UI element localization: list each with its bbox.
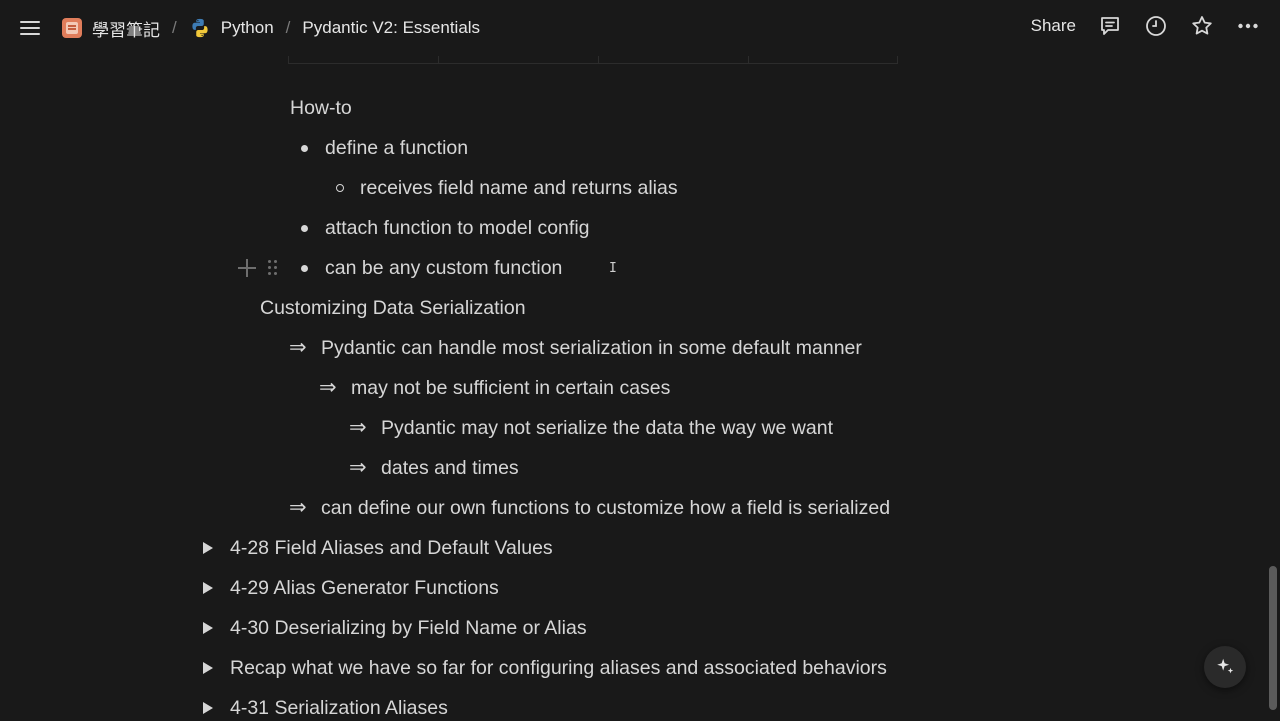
text-cursor-icon: I <box>609 261 617 276</box>
notebook-icon <box>62 18 82 38</box>
toggle-arrow-icon[interactable] <box>203 702 213 714</box>
howto-heading: How-to <box>290 97 352 119</box>
arrow-item[interactable]: Pydantic can handle most serialization i… <box>321 335 862 361</box>
toggle-item[interactable]: 4-31 Serialization Aliases <box>230 695 448 721</box>
bullet-item[interactable]: attach function to model config <box>325 215 590 241</box>
scrollbar[interactable] <box>1266 56 1280 720</box>
ai-assistant-button[interactable] <box>1204 646 1246 688</box>
serialization-heading[interactable]: Customizing Data Serialization <box>260 295 526 321</box>
bullet-icon <box>301 145 308 152</box>
toggle-item[interactable]: Recap what we have so far for configurin… <box>230 655 887 681</box>
drag-handle-icon[interactable] <box>267 259 279 277</box>
implies-arrow-icon: ⇒ <box>319 376 337 399</box>
implies-arrow-icon: ⇒ <box>349 456 367 479</box>
implies-arrow-icon: ⇒ <box>289 336 307 359</box>
toggle-arrow-icon[interactable] <box>203 662 213 674</box>
page-content: How-to define a function receives field … <box>0 0 1280 720</box>
sparkle-icon <box>1217 658 1234 674</box>
more-icon[interactable] <box>1236 14 1260 38</box>
arrow-item[interactable]: can define our own functions to customiz… <box>321 495 890 521</box>
star-icon[interactable] <box>1190 14 1214 38</box>
toggle-item[interactable]: 4-28 Field Aliases and Default Values <box>230 535 553 561</box>
bullet-icon <box>301 265 308 272</box>
toggle-item[interactable]: 4-29 Alias Generator Functions <box>230 575 499 601</box>
breadcrumb-separator: / <box>285 18 291 37</box>
toggle-arrow-icon[interactable] <box>203 622 213 634</box>
toggle-arrow-icon[interactable] <box>203 542 213 554</box>
sub-bullet-icon <box>336 184 344 192</box>
top-right-actions: Share <box>1031 14 1260 38</box>
breadcrumb-parent-label: Python <box>220 18 274 37</box>
python-icon <box>192 18 208 38</box>
sidebar-menu-icon[interactable] <box>18 16 42 40</box>
breadcrumb: 學習筆記 / Python / Pydantic V2: Essentials <box>62 14 480 42</box>
breadcrumb-parent[interactable]: Python <box>189 17 274 39</box>
implies-arrow-icon: ⇒ <box>289 496 307 519</box>
arrow-item[interactable]: may not be sufficient in certain cases <box>351 375 670 401</box>
comment-icon[interactable] <box>1098 14 1122 38</box>
history-icon[interactable] <box>1144 14 1168 38</box>
bullet-item[interactable]: define a function <box>325 135 468 161</box>
bullet-icon <box>301 225 308 232</box>
bullet-item[interactable]: can be any custom function <box>325 255 562 281</box>
add-block-icon[interactable] <box>238 259 256 277</box>
top-bar: 學習筆記 / Python / Pydantic V2: Essentials … <box>0 0 1280 56</box>
sub-bullet-item[interactable]: receives field name and returns alias <box>360 175 678 201</box>
arrow-item[interactable]: dates and times <box>381 455 519 481</box>
arrow-item[interactable]: Pydantic may not serialize the data the … <box>381 415 833 441</box>
toggle-item[interactable]: 4-30 Deserializing by Field Name or Alia… <box>230 615 587 641</box>
implies-arrow-icon: ⇒ <box>349 416 367 439</box>
breadcrumb-separator: / <box>172 18 177 37</box>
toggle-arrow-icon[interactable] <box>203 582 213 594</box>
breadcrumb-current[interactable]: Pydantic V2: Essentials <box>302 18 480 38</box>
breadcrumb-current-label: Pydantic V2: Essentials <box>302 18 481 37</box>
breadcrumb-workspace-label: 學習筆記 <box>92 20 160 40</box>
breadcrumb-workspace[interactable]: 學習筆記 <box>62 16 160 41</box>
scrollbar-thumb[interactable] <box>1269 566 1277 710</box>
share-button[interactable]: Share <box>1031 16 1076 36</box>
